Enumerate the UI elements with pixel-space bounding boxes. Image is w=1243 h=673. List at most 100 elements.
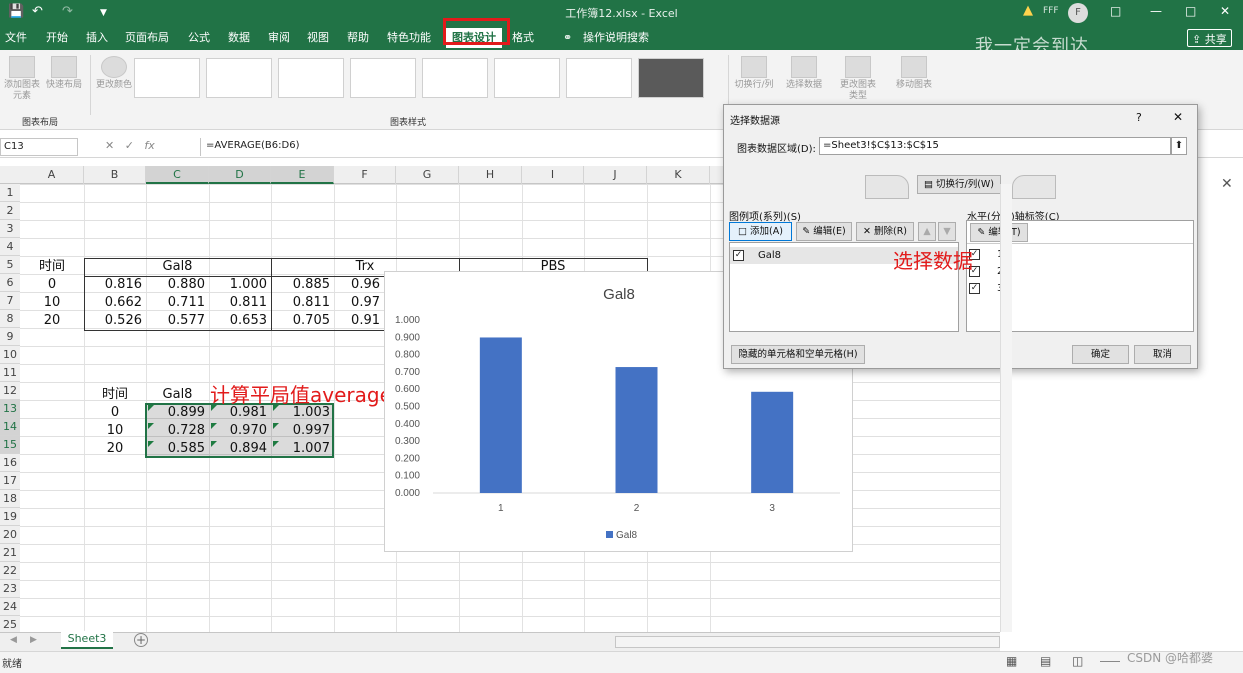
row-header-1[interactable]: 1 [0,184,20,202]
row-header-5[interactable]: 5 [0,256,20,274]
chart-style-8[interactable] [638,58,704,98]
row-header-19[interactable]: 19 [0,508,20,526]
cancel-button[interactable]: 取消 [1134,345,1191,364]
row-header-20[interactable]: 20 [0,526,20,544]
name-box[interactable]: C13 [0,138,78,156]
pane-close-icon[interactable]: ✕ [1221,176,1233,192]
cell-gal8-header[interactable]: Gal8 [84,258,271,276]
row-header-24[interactable]: 24 [0,598,20,616]
row-header-3[interactable]: 3 [0,220,20,238]
tab-review[interactable]: 审阅 [268,30,290,46]
vertical-scrollbar[interactable] [1000,184,1012,632]
column-header-g[interactable]: G [396,166,459,184]
tab-insert[interactable]: 插入 [86,30,108,46]
add-series-button[interactable]: □ 添加(A) [729,222,792,241]
table-cell[interactable]: 0 [20,276,84,294]
column-header-f[interactable]: F [334,166,396,184]
row-header-23[interactable]: 23 [0,580,20,598]
page-layout-icon[interactable]: ▤ [1040,654,1051,668]
table-cell[interactable]: 0.91 [334,312,384,330]
dialog-close-button[interactable]: ✕ [1173,110,1183,124]
select-data-button[interactable]: 选择数据 [782,56,826,91]
table-cell[interactable]: 0.997 [271,422,334,440]
table-cell[interactable]: 20 [84,440,146,458]
move-chart-button[interactable]: 移动图表 [892,56,936,91]
table-cell[interactable]: 0 [84,404,146,422]
legend-label[interactable]: Gal8 [616,530,638,541]
column-header-e[interactable]: E [271,166,334,184]
table-cell[interactable]: 0.899 [146,404,209,422]
quick-layout-button[interactable]: 快速布局 [44,56,84,91]
table-cell[interactable]: 10 [84,422,146,440]
table-cell[interactable]: 0.96 [334,276,384,294]
axis-checkbox[interactable]: ✓ [969,283,980,294]
sheet-nav-prev-icon[interactable]: ◀ [10,635,17,645]
ribbon-display-icon[interactable]: □ [1110,4,1121,18]
add-chart-element-button[interactable]: 添加图表元素 [2,56,42,102]
change-colors-button[interactable]: 更改颜色 [96,56,132,91]
switch-row-col-button[interactable]: 切换行/列 [734,56,774,91]
table-cell[interactable]: 0.894 [209,440,271,458]
column-header-j[interactable]: J [584,166,647,184]
row-header-6[interactable]: 6 [0,274,20,292]
chart-title[interactable]: Gal8 [603,286,635,303]
tab-help[interactable]: 帮助 [347,30,369,46]
series-checkbox[interactable]: ✓ [733,250,744,261]
column-header-c[interactable]: C [146,166,209,184]
row-header-17[interactable]: 17 [0,472,20,490]
table-cell[interactable]: 0.705 [271,312,334,330]
column-header-h[interactable]: H [459,166,522,184]
row-header-7[interactable]: 7 [0,292,20,310]
fx-icon[interactable]: ✕ ✓ fx [105,139,155,152]
row-header-15[interactable]: 15 [0,436,20,454]
zoom-slider[interactable] [1100,661,1120,662]
row-header-8[interactable]: 8 [0,310,20,328]
table-cell[interactable]: 0.880 [146,276,209,294]
row-header-2[interactable]: 2 [0,202,20,220]
minimize-icon[interactable]: — [1150,4,1162,18]
column-header-a[interactable]: A [20,166,84,184]
table-cell[interactable]: 0.970 [209,422,271,440]
table-cell[interactable]: 0.711 [146,294,209,312]
row-header-13[interactable]: 13 [0,400,20,418]
column-header-b[interactable]: B [84,166,146,184]
warning-icon[interactable]: ▲ [1023,3,1033,18]
close-icon[interactable]: ✕ [1220,4,1230,18]
table-cell[interactable]: 0.662 [84,294,146,312]
normal-view-icon[interactable]: ▦ [1006,654,1017,668]
chart-style-5[interactable] [422,58,488,98]
sheet-nav-next-icon[interactable]: ▶ [30,635,37,645]
move-up-button[interactable]: ▲ [918,222,936,241]
collapse-range-icon[interactable]: ⬆ [1171,137,1187,155]
table-cell[interactable]: 10 [20,294,84,312]
change-chart-type-button[interactable]: 更改图表类型 [838,56,878,102]
chart-style-7[interactable] [566,58,632,98]
chart-style-4[interactable] [350,58,416,98]
cell-b12[interactable]: 时间 [84,386,146,404]
row-header-16[interactable]: 16 [0,454,20,472]
sheet-tab[interactable]: Sheet3 [61,631,113,649]
cell-c12[interactable]: Gal8 [146,386,209,404]
tab-view[interactable]: 视图 [307,30,329,46]
move-down-button[interactable]: ▼ [938,222,956,241]
edit-axis-button[interactable]: ✎ 编辑(T) [970,223,1028,242]
edit-series-button[interactable]: ✎ 编辑(E) [796,222,852,241]
bar-2[interactable] [615,367,658,493]
row-header-12[interactable]: 12 [0,382,20,400]
chart-style-6[interactable] [494,58,560,98]
row-header-14[interactable]: 14 [0,418,20,436]
ok-button[interactable]: 确定 [1072,345,1129,364]
row-header-9[interactable]: 9 [0,328,20,346]
table-cell[interactable]: 0.816 [84,276,146,294]
table-cell[interactable]: 0.585 [146,440,209,458]
row-header-4[interactable]: 4 [0,238,20,256]
table-cell[interactable]: 20 [20,312,84,330]
column-header-i[interactable]: I [522,166,584,184]
tab-home[interactable]: 开始 [46,30,68,46]
chart-style-2[interactable] [206,58,272,98]
help-button[interactable]: ? [1136,111,1142,124]
add-sheet-icon[interactable]: + [134,633,148,647]
table-cell[interactable]: 1.000 [209,276,271,294]
chart-style-1[interactable] [134,58,200,98]
tab-data[interactable]: 数据 [228,30,250,46]
